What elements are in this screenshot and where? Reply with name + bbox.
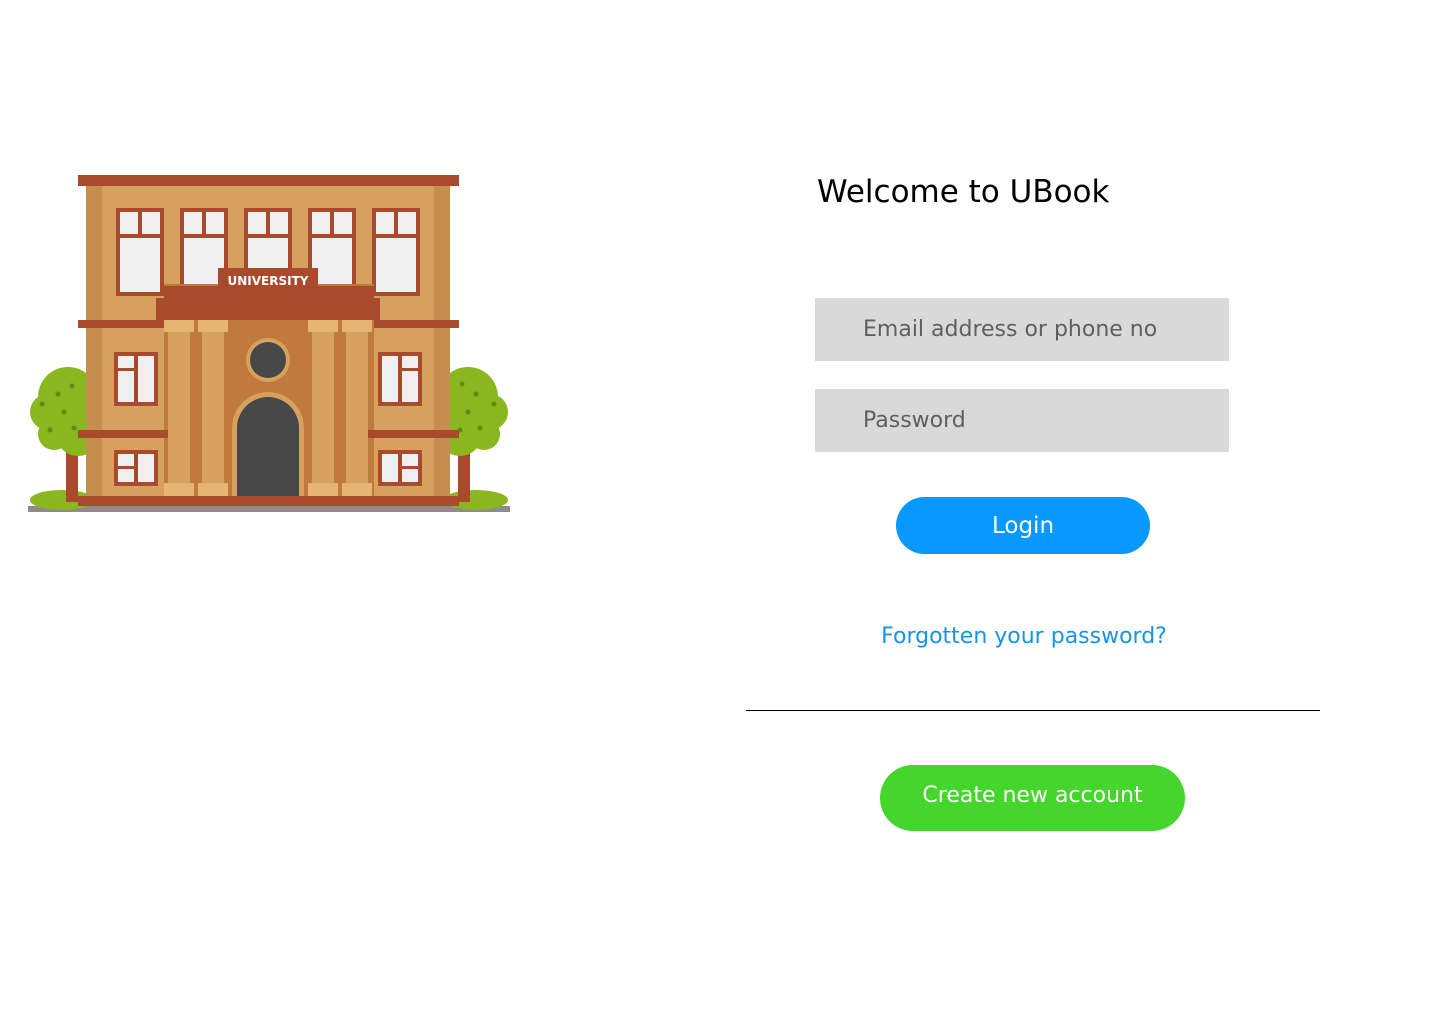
login-page: UNIVERSITY Welcome to UBook Email addres… [0, 0, 1440, 1024]
university-building-icon: UNIVERSITY [28, 172, 510, 514]
forgot-password-link[interactable]: Forgotten your password? [824, 624, 1224, 649]
divider [746, 710, 1320, 711]
welcome-title: Welcome to UBook [817, 174, 1110, 210]
university-sign-text: UNIVERSITY [228, 274, 309, 288]
login-button[interactable]: Login [896, 497, 1150, 554]
password-field[interactable] [815, 389, 1229, 452]
email-field[interactable] [815, 298, 1229, 361]
create-account-button[interactable]: Create new account [880, 765, 1185, 831]
